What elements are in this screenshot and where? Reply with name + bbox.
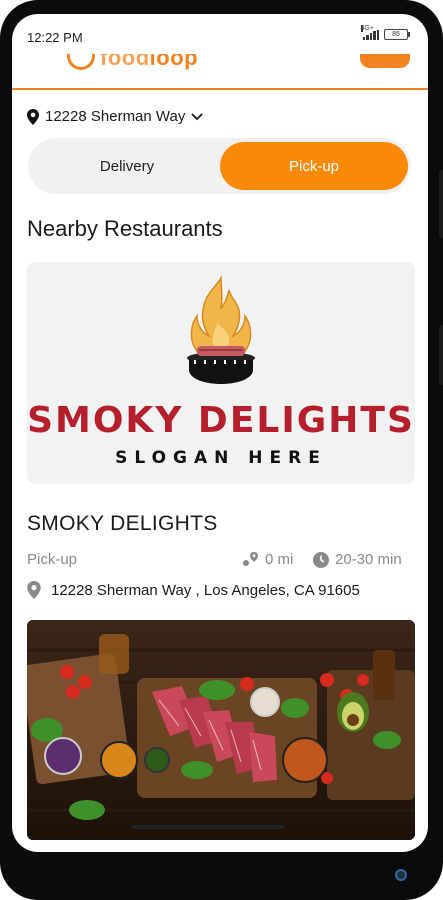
logo-text-food: food (100, 54, 150, 70)
signal-icon: 4G+ (360, 24, 379, 40)
grill-flame-logo-icon (187, 275, 255, 384)
restaurant-address[interactable]: 12228 Sherman Way , Los Angeles, CA 9160… (27, 581, 360, 599)
chevron-down-icon (191, 112, 203, 120)
header-divider (12, 88, 428, 90)
network-label: 4G+ (360, 24, 374, 32)
food-photo (27, 620, 415, 840)
restaurant-name[interactable]: SMOKY DELIGHTS (27, 512, 218, 536)
section-title: Nearby Restaurants (27, 216, 223, 241)
app-header: foodloop (12, 54, 428, 88)
restaurant-meta: Pick-up 0 mi 20-30 min (27, 551, 413, 571)
eta-info: 20-30 min (313, 551, 402, 568)
tab-pickup[interactable]: Pick-up (220, 142, 408, 190)
restaurant-food-image[interactable] (27, 620, 415, 840)
header-action-button[interactable] (360, 54, 410, 68)
battery-icon: 85 (384, 29, 410, 40)
service-mode: Pick-up (27, 551, 78, 568)
status-time: 12:22 PM (27, 30, 83, 45)
clock-icon (313, 551, 329, 568)
restaurant-logo-card[interactable]: SMOKY DELIGHTS SLOGAN HERE (27, 262, 415, 484)
status-bar: 12:22 PM 4G+ 85 (12, 14, 428, 54)
distance-value: 0 mi (265, 551, 294, 568)
logo-brand-text: SMOKY DELIGHTS (27, 400, 415, 441)
eta-value: 20-30 min (335, 551, 402, 568)
power-button (439, 325, 443, 385)
battery-level: 85 (392, 31, 400, 38)
app-logo[interactable]: foodloop (100, 54, 198, 71)
phone-frame: 12:22 PM 4G+ 85 foodloop 12228 Sherman W… (0, 0, 443, 900)
tab-delivery[interactable]: Delivery (32, 142, 222, 190)
address-pin-icon (27, 581, 41, 599)
delivery-mode-toggle: Delivery Pick-up (28, 138, 411, 194)
app-screen: 12:22 PM 4G+ 85 foodloop 12228 Sherman W… (12, 14, 428, 852)
camera-dot-icon (395, 869, 407, 881)
location-selector[interactable]: 12228 Sherman Way (27, 108, 203, 125)
address-text: 12228 Sherman Way , Los Angeles, CA 9160… (51, 581, 360, 599)
distance-info: 0 mi (241, 551, 293, 568)
logo-mark-icon (67, 54, 95, 70)
status-icons: 4G+ 85 (360, 24, 410, 40)
route-icon (243, 551, 258, 566)
volume-button (439, 170, 443, 238)
home-indicator[interactable] (132, 825, 284, 829)
logo-slogan-text: SLOGAN HERE (115, 448, 327, 468)
location-address: 12228 Sherman Way (45, 108, 186, 125)
logo-text-loop: loop (149, 54, 199, 70)
location-pin-icon (27, 108, 39, 125)
